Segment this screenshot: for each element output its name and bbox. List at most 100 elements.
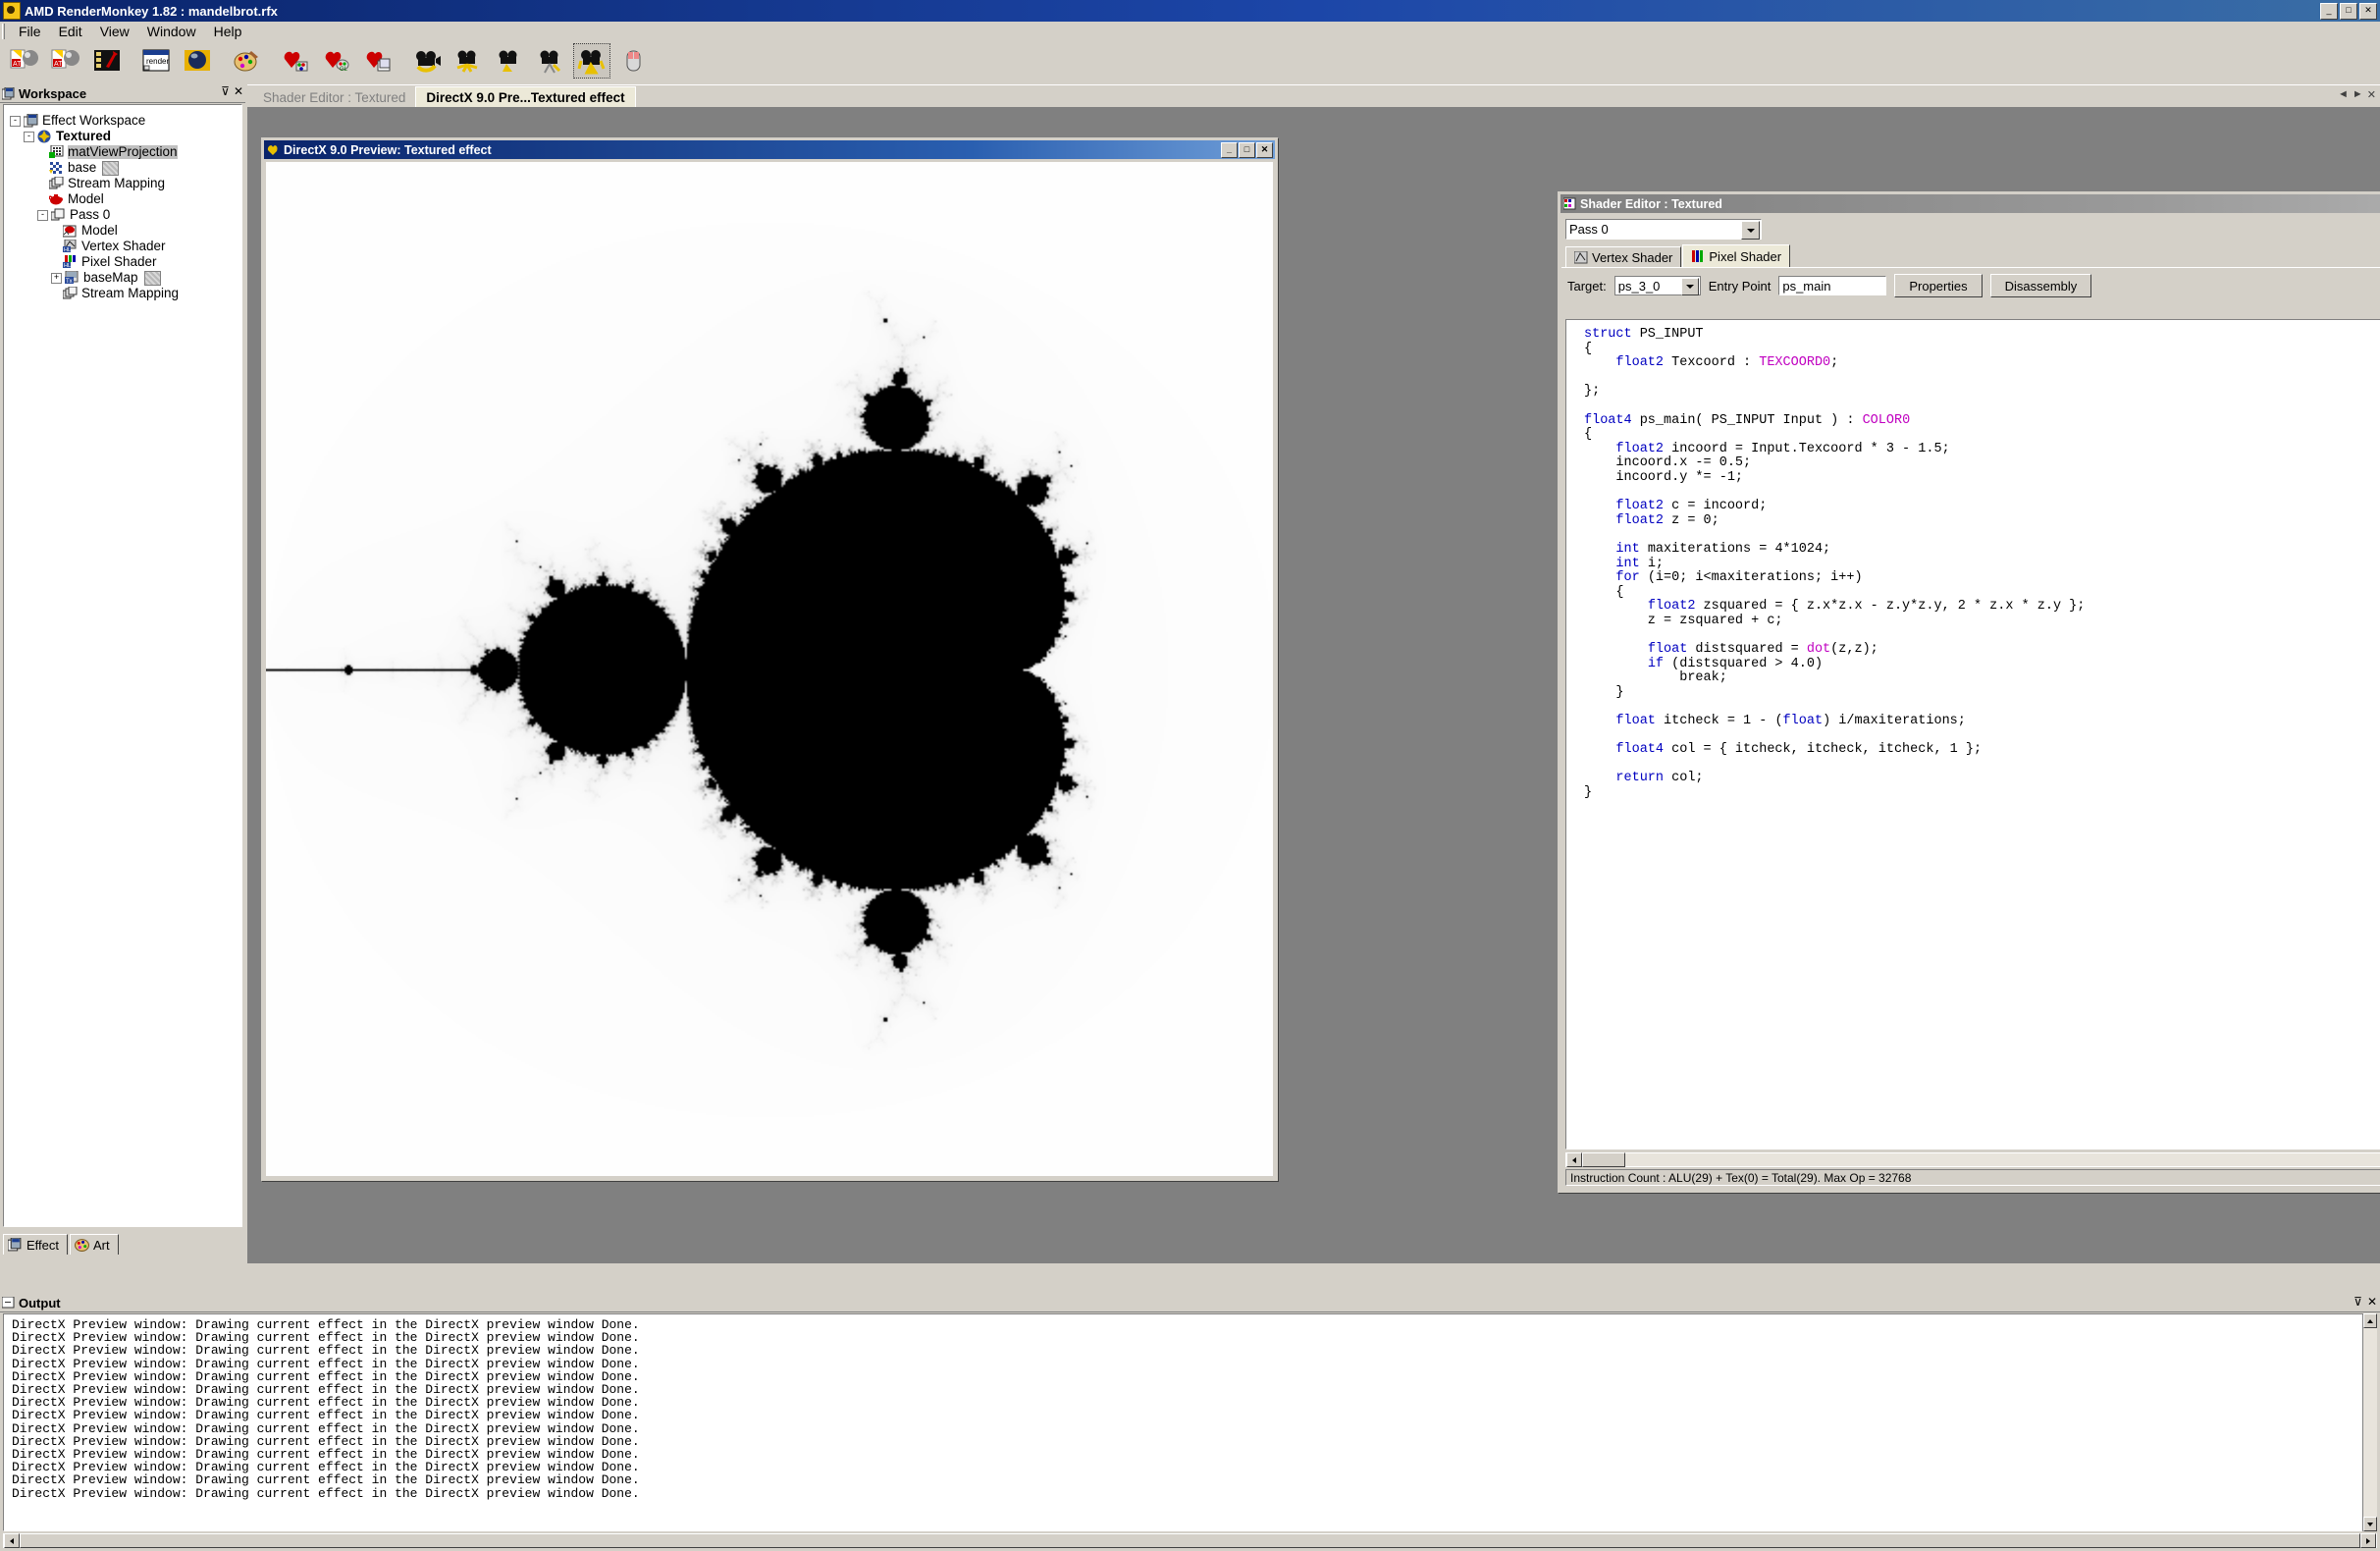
- tab-vertex-shader[interactable]: Vertex Shader: [1565, 246, 1682, 267]
- collapse-icon[interactable]: -: [10, 115, 21, 127]
- open-effect-workspace-icon[interactable]: ATI: [47, 43, 84, 79]
- output-line: DirectX Preview window: Drawing current …: [12, 1420, 640, 1436]
- scroll-left-icon[interactable]: [4, 1533, 20, 1548]
- new-effect-workspace-icon[interactable]: ATI: [6, 43, 43, 79]
- code-line: struct PS_INPUT: [1584, 327, 1704, 342]
- pass-icon: [51, 208, 65, 221]
- svg-text:HL: HL: [64, 263, 71, 269]
- camera-light-icon[interactable]: [491, 43, 528, 79]
- pin-icon[interactable]: ⊽: [221, 85, 230, 97]
- pass-select[interactable]: Pass 0: [1565, 219, 1762, 240]
- code-line: if (distsquared > 4.0): [1647, 656, 1824, 671]
- workspace-tab-effect[interactable]: Effect: [3, 1234, 69, 1255]
- tree-item-stream-mapping[interactable]: Stream Mapping: [10, 176, 241, 191]
- code-line: float4 col = { itcheck, itcheck, itcheck…: [1615, 742, 1983, 758]
- tree-item-label: Stream Mapping: [68, 176, 166, 190]
- camera-stream-icon[interactable]: [408, 43, 446, 79]
- save-workspace-icon[interactable]: [88, 43, 126, 79]
- workspace-tab-art[interactable]: Art: [70, 1234, 119, 1255]
- entry-point-input[interactable]: ps_main: [1778, 276, 1887, 295]
- preview-render-area[interactable]: [266, 162, 1273, 1176]
- camera-active-icon[interactable]: [573, 43, 610, 79]
- tree-item-basemap[interactable]: + Tx baseMap: [10, 270, 241, 286]
- shader-code-text: struct PS_INPUT{ float2 Texcoord : TEXCO…: [1566, 320, 2380, 801]
- properties-button[interactable]: Properties: [1894, 274, 1983, 297]
- window-title: AMD RenderMonkey 1.82 : mandelbrot.rfx: [25, 3, 278, 19]
- pin-icon[interactable]: ⊽: [2354, 1295, 2362, 1309]
- tab-prev-icon[interactable]: ◄: [2338, 88, 2349, 101]
- code-line: float2 c = incoord;: [1615, 499, 1768, 514]
- tab-shader-editor[interactable]: Shader Editor : Textured: [253, 87, 416, 107]
- scroll-down-icon[interactable]: [2363, 1517, 2377, 1531]
- output-line: DirectX Preview window: Drawing current …: [12, 1485, 640, 1501]
- document-tab-bar: Shader Editor : Textured DirectX 9.0 Pre…: [247, 85, 2380, 107]
- preview-close-button[interactable]: ✕: [1256, 142, 1273, 158]
- close-icon[interactable]: ✕: [2367, 1295, 2377, 1309]
- camera-tripod-icon[interactable]: [532, 43, 569, 79]
- opengl-effect-icon[interactable]: [359, 43, 397, 79]
- preview-maximize-button[interactable]: □: [1239, 142, 1255, 158]
- mouse-icon[interactable]: [614, 43, 652, 79]
- close-button[interactable]: ✕: [2359, 3, 2377, 20]
- tab-close-icon[interactable]: ✕: [2367, 88, 2376, 101]
- menu-item-edit[interactable]: Edit: [50, 22, 91, 41]
- shader-target-row: Target: ps_3_0 Entry Point ps_main Prope…: [1561, 267, 2380, 303]
- maximize-button[interactable]: □: [2340, 3, 2357, 20]
- minimize-button[interactable]: _: [2320, 3, 2338, 20]
- scroll-thumb[interactable]: [1582, 1152, 1625, 1167]
- tree-item-base[interactable]: base: [10, 160, 241, 176]
- window-controls: _ □ ✕: [2320, 3, 2377, 20]
- expand-icon[interactable]: +: [51, 272, 62, 284]
- workspace-tree-container[interactable]: - Effect Workspace - Textured matViewProject…: [3, 104, 242, 1227]
- scroll-left-icon[interactable]: [1566, 1152, 1582, 1167]
- workspace-header: Workspace ⊽ ✕: [0, 84, 245, 103]
- tree-item-model[interactable]: Model: [10, 223, 241, 239]
- code-line: incoord.x -= 0.5;: [1584, 455, 1752, 471]
- scroll-thumb[interactable]: [20, 1533, 2360, 1548]
- directx-preview-icon[interactable]: GL: [318, 43, 355, 79]
- mandelbrot-render: [266, 162, 1273, 1176]
- code-horizontal-scrollbar[interactable]: [1565, 1152, 2380, 1167]
- shader-code-editor[interactable]: struct PS_INPUT{ float2 Texcoord : TEXCO…: [1565, 319, 2380, 1150]
- menu-item-file[interactable]: File: [10, 22, 50, 41]
- collapse-icon[interactable]: -: [24, 131, 34, 142]
- menu-item-window[interactable]: Window: [138, 22, 205, 41]
- camera-sun-icon[interactable]: [450, 43, 487, 79]
- tab-directx-preview[interactable]: DirectX 9.0 Pre...Textured effect: [415, 86, 636, 107]
- menu-grip[interactable]: [2, 24, 6, 39]
- tree-item-stream-mapping[interactable]: Stream Mapping: [10, 286, 241, 301]
- chevron-down-icon[interactable]: [1680, 278, 1699, 295]
- tree-item-vertex-shader[interactable]: HL Vertex Shader: [10, 239, 241, 254]
- tree-item-effect-workspace[interactable]: - Effect Workspace: [10, 113, 241, 129]
- tree-item-matviewprojection[interactable]: matViewProjection: [10, 144, 241, 160]
- preview-minimize-button[interactable]: _: [1221, 142, 1238, 158]
- disassembly-button[interactable]: Disassembly: [1989, 274, 2092, 297]
- collapse-icon[interactable]: -: [37, 209, 48, 221]
- scroll-up-icon[interactable]: [2363, 1313, 2377, 1328]
- chevron-down-icon[interactable]: [1741, 221, 1760, 240]
- menu-item-help[interactable]: Help: [205, 22, 251, 41]
- scroll-right-icon[interactable]: [2360, 1533, 2376, 1548]
- scroll-track[interactable]: [1625, 1153, 2380, 1166]
- output-horizontal-scrollbar[interactable]: [3, 1533, 2377, 1548]
- tree-item-textured[interactable]: - Textured: [10, 129, 241, 144]
- output-log-text: DirectX Preview window: Drawing current …: [4, 1314, 2376, 1500]
- render-preview-icon[interactable]: render: [137, 43, 175, 79]
- artist-palette-icon[interactable]: [228, 43, 265, 79]
- output-vertical-scrollbar[interactable]: [2362, 1313, 2377, 1531]
- instruction-count-status: Instruction Count : ALU(29) + Tex(0) = T…: [1565, 1169, 2380, 1186]
- sphere-preview-icon[interactable]: [179, 43, 216, 79]
- tree-item-pixel-shader[interactable]: HL Pixel Shader: [10, 254, 241, 270]
- tab-next-icon[interactable]: ►: [2353, 88, 2363, 101]
- directx-effect-icon[interactable]: [277, 43, 314, 79]
- tree-item-model[interactable]: Model: [10, 191, 241, 207]
- workspace-title: Workspace: [19, 85, 87, 101]
- tree-item-pass-0[interactable]: - Pass 0: [10, 207, 241, 223]
- close-icon[interactable]: ✕: [234, 85, 243, 97]
- shader-type-tabs: Vertex Shader Pixel Shader: [1561, 244, 2380, 267]
- output-log-container[interactable]: DirectX Preview window: Drawing current …: [3, 1313, 2377, 1531]
- menu-item-view[interactable]: View: [91, 22, 138, 41]
- tab-pixel-shader[interactable]: Pixel Shader: [1682, 244, 1791, 267]
- target-select[interactable]: ps_3_0: [1613, 276, 1701, 295]
